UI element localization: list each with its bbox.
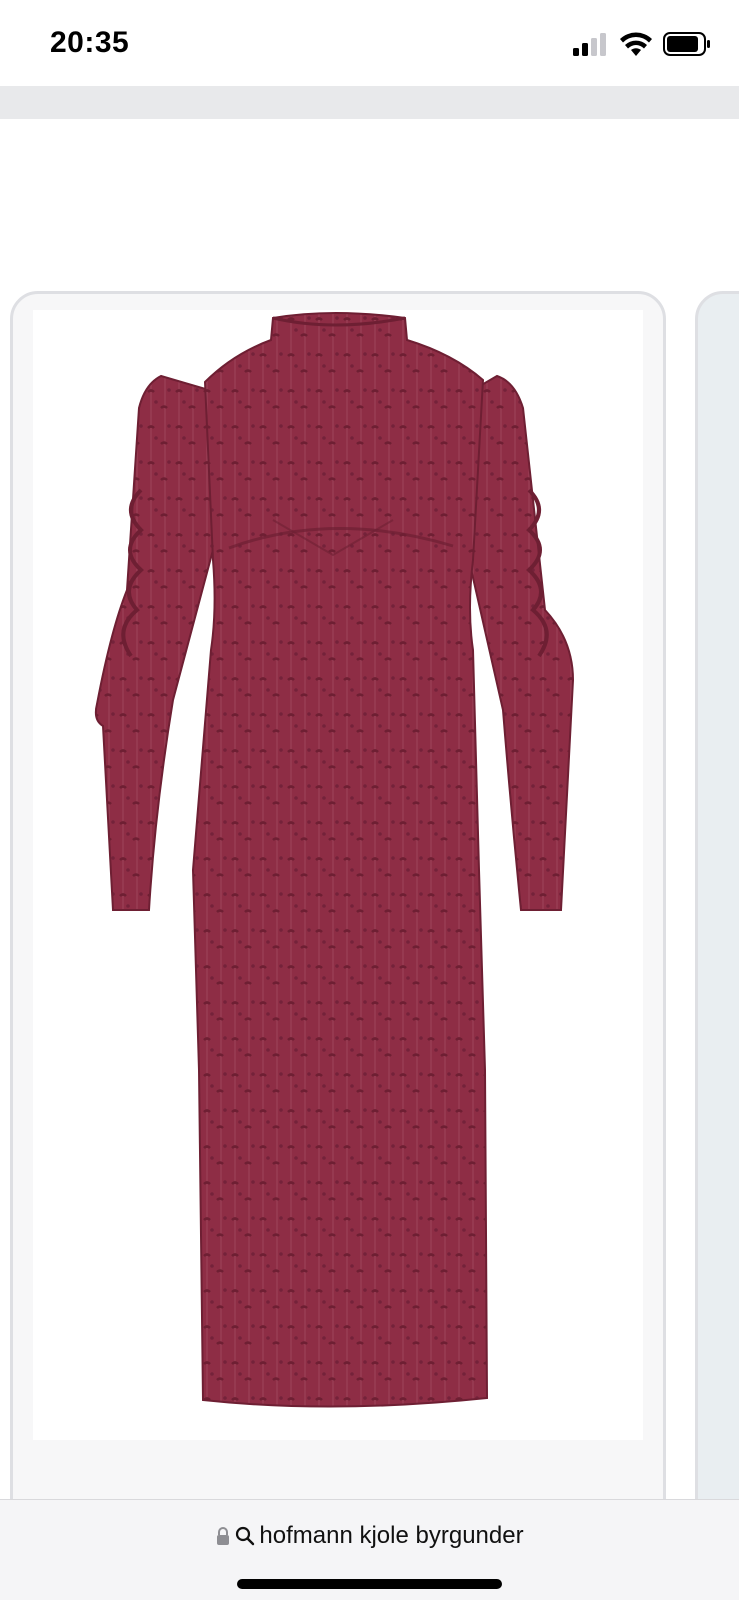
lock-icon bbox=[217, 1527, 230, 1545]
product-card[interactable] bbox=[10, 291, 666, 1499]
url-row[interactable]: hofmann kjole byrgunder bbox=[0, 1522, 739, 1556]
signal-icon bbox=[573, 33, 606, 56]
search-icon bbox=[236, 1526, 255, 1546]
tab-strip bbox=[0, 86, 739, 119]
wifi-icon bbox=[620, 32, 652, 56]
search-query[interactable]: hofmann kjole byrgunder bbox=[259, 1522, 523, 1550]
burgundy-dress-image bbox=[94, 312, 575, 1408]
status-bar: 20:35 bbox=[0, 0, 739, 86]
image-carousel[interactable] bbox=[0, 119, 739, 1499]
product-image[interactable] bbox=[33, 310, 643, 1440]
battery-icon bbox=[663, 32, 710, 56]
next-product-card[interactable] bbox=[695, 291, 739, 1499]
home-indicator[interactable] bbox=[237, 1579, 502, 1589]
status-time: 20:35 bbox=[50, 26, 130, 59]
address-bar[interactable]: hofmann kjole byrgunder bbox=[0, 1499, 739, 1600]
